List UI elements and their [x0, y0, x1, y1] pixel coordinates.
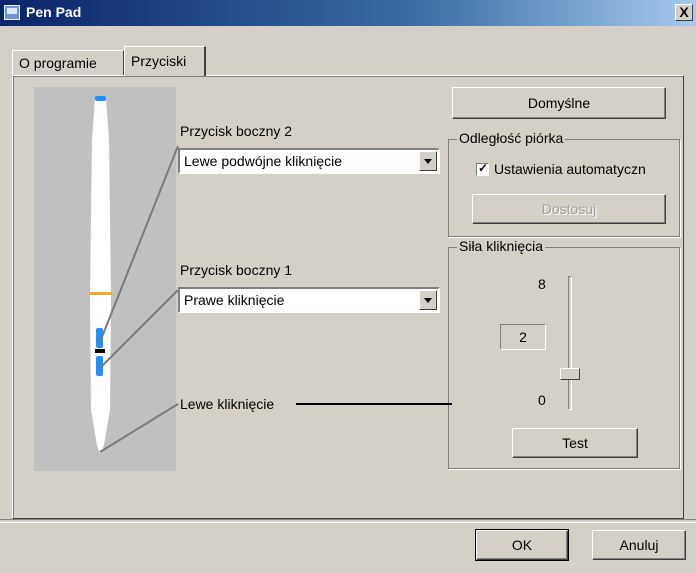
window-title: Pen Pad: [26, 4, 82, 20]
pen-illustration-area: [34, 87, 176, 471]
title-bar: Pen Pad X: [0, 0, 696, 26]
force-max-label: 8: [538, 276, 546, 292]
chevron-down-icon[interactable]: [419, 151, 437, 171]
tab-przyciski[interactable]: Przyciski: [124, 46, 206, 76]
tip-label: Lewe kliknięcie: [180, 396, 275, 412]
default-button[interactable]: Domyślne: [452, 87, 666, 119]
side-button-1-value: Prawe kliknięcie: [184, 292, 285, 308]
auto-settings-label[interactable]: Ustawienia automatyczn: [494, 161, 646, 177]
adjust-button[interactable]: Dostosuj: [472, 194, 666, 224]
auto-settings-checkbox[interactable]: ✓: [476, 161, 489, 176]
app-icon: [4, 5, 20, 20]
cancel-button[interactable]: Anuluj: [592, 530, 686, 560]
test-button[interactable]: Test: [512, 428, 638, 458]
side-button-2-value: Lewe podwójne kliknięcie: [184, 153, 342, 169]
click-force-legend: Siła kliknięcia: [457, 238, 546, 254]
bottom-separator: [0, 519, 696, 523]
checkmark-icon: ✓: [478, 161, 489, 175]
side-button-2-label: Przycisk boczny 2: [180, 123, 293, 139]
chevron-down-icon[interactable]: [419, 290, 437, 310]
tab-o-programie[interactable]: O programie: [12, 50, 124, 75]
side-button-1-label: Przycisk boczny 1: [180, 262, 293, 278]
force-slider-thumb[interactable]: [560, 368, 580, 380]
side-button-2-dropdown[interactable]: Lewe podwójne kliknięcie: [178, 148, 440, 174]
close-button[interactable]: X: [675, 4, 693, 21]
ok-button[interactable]: OK: [475, 529, 569, 561]
force-value-display: 2: [500, 324, 546, 350]
force-slider-track[interactable]: [568, 276, 572, 410]
side-button-1-dropdown[interactable]: Prawe kliknięcie: [178, 287, 440, 313]
force-min-label: 0: [538, 392, 546, 408]
pen-distance-legend: Odległość piórka: [457, 130, 566, 146]
